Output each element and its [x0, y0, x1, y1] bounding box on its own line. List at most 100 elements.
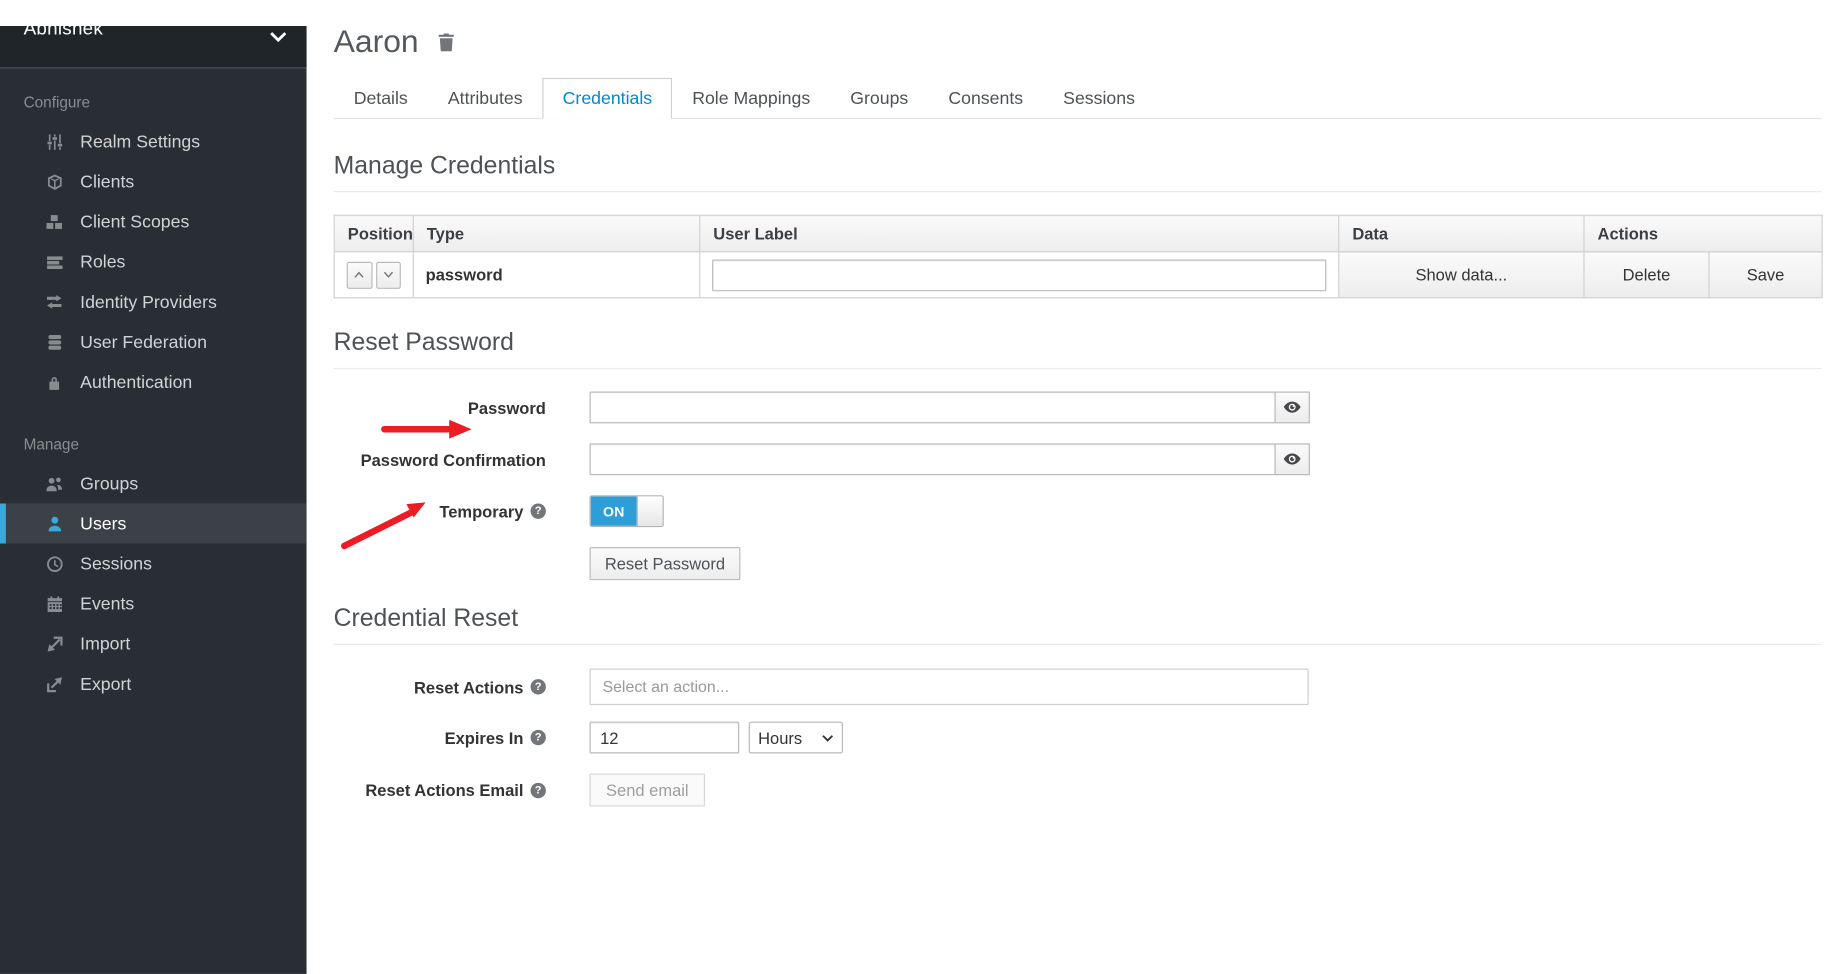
sidebar-item-label: Users	[80, 514, 126, 534]
credential-type: password	[413, 252, 699, 298]
temporary-label: Temporary ?	[334, 502, 546, 521]
reset-actions-label: Reset Actions ?	[334, 677, 546, 696]
column-actions: Actions	[1584, 215, 1822, 252]
reset-actions-email-label: Reset Actions Email ?	[334, 781, 546, 800]
delete-button[interactable]: Delete	[1584, 252, 1709, 298]
tasks-icon	[44, 253, 65, 271]
user-label-input[interactable]	[712, 259, 1326, 291]
clock-icon	[44, 555, 65, 573]
sidebar-item-users[interactable]: Users	[0, 503, 307, 543]
column-type: Type	[413, 215, 699, 252]
credentials-table: Position Type User Label Data Actions	[334, 215, 1823, 299]
help-icon[interactable]: ?	[531, 730, 546, 745]
toggle-handle	[637, 496, 663, 525]
manage-credentials-title: Manage Credentials	[334, 152, 1822, 192]
sidebar-item-authentication[interactable]: Authentication	[0, 362, 307, 402]
sidebar-item-label: Export	[80, 674, 131, 694]
expires-in-unit-select[interactable]: Hours	[749, 722, 843, 754]
sliders-icon	[44, 133, 65, 151]
tab-consents[interactable]: Consents	[928, 78, 1043, 119]
tab-sessions[interactable]: Sessions	[1043, 78, 1155, 119]
sidebar-item-label: User Federation	[80, 332, 207, 352]
show-data-button[interactable]: Show data...	[1339, 252, 1584, 298]
calendar-icon	[44, 595, 65, 613]
sidebar-item-realm-settings[interactable]: Realm Settings	[0, 121, 307, 161]
tab-groups[interactable]: Groups	[830, 78, 928, 119]
credential-row: password Show data... Delete Save	[334, 252, 1822, 298]
password-confirmation-input[interactable]	[590, 443, 1276, 475]
sidebar-item-label: Identity Providers	[80, 292, 217, 312]
cubes-icon	[44, 213, 65, 231]
export-icon	[44, 675, 65, 693]
sidebar-item-label: Groups	[80, 473, 138, 493]
unit-select-value: Hours	[758, 728, 802, 747]
column-data: Data	[1339, 215, 1584, 252]
page-title: Aaron	[334, 26, 419, 58]
sidebar-section-configure: Configure	[0, 68, 307, 121]
sidebar-item-label: Sessions	[80, 554, 152, 574]
password-input[interactable]	[590, 391, 1276, 423]
tab-details[interactable]: Details	[334, 78, 428, 119]
lock-icon	[44, 373, 65, 391]
save-button[interactable]: Save	[1709, 252, 1822, 298]
sidebar-item-label: Roles	[80, 252, 125, 272]
reset-password-button[interactable]: Reset Password	[590, 547, 741, 580]
help-icon[interactable]: ?	[531, 782, 546, 797]
sidebar-item-label: Client Scopes	[80, 212, 189, 232]
help-icon[interactable]: ?	[531, 679, 546, 694]
sidebar-item-sessions[interactable]: Sessions	[0, 544, 307, 584]
expires-in-label: Expires In ?	[334, 728, 546, 747]
cube-icon	[44, 173, 65, 191]
send-email-button[interactable]: Send email	[590, 773, 706, 806]
sidebar-item-label: Realm Settings	[80, 132, 200, 152]
toggle-on-label: ON	[591, 496, 637, 525]
sidebar-item-label: Events	[80, 594, 134, 614]
users-icon	[44, 475, 65, 493]
sidebar-item-groups[interactable]: Groups	[0, 463, 307, 503]
exchange-icon	[44, 294, 65, 311]
move-down-button[interactable]	[376, 261, 401, 288]
tab-credentials[interactable]: Credentials	[543, 78, 673, 119]
tab-role-mappings[interactable]: Role Mappings	[672, 78, 830, 119]
sidebar-item-clients[interactable]: Clients	[0, 162, 307, 202]
chevron-down-icon	[270, 27, 287, 48]
sidebar-item-label: Clients	[80, 172, 134, 192]
table-header-row: Position Type User Label Data Actions	[334, 215, 1822, 252]
user-icon	[44, 515, 65, 533]
move-up-button[interactable]	[347, 261, 372, 288]
sidebar-item-events[interactable]: Events	[0, 584, 307, 624]
column-user-label: User Label	[700, 215, 1339, 252]
realm-name: Abhishek	[24, 19, 103, 40]
sidebar-section-manage: Manage	[0, 402, 307, 463]
eye-icon[interactable]	[1274, 443, 1309, 475]
reset-actions-placeholder: Select an action...	[602, 678, 729, 696]
password-label: Password	[334, 398, 546, 417]
tab-bar: Details Attributes Credentials Role Mapp…	[334, 78, 1822, 119]
password-confirmation-label: Password Confirmation	[334, 450, 546, 469]
expires-in-input[interactable]	[590, 722, 740, 754]
credential-reset-title: Credential Reset	[334, 605, 1822, 645]
help-icon[interactable]: ?	[531, 503, 546, 518]
realm-selector[interactable]: Abhishek	[0, 26, 307, 68]
main-content: Aaron Details Attributes Credentials Rol…	[307, 26, 1831, 974]
reset-actions-select[interactable]: Select an action...	[590, 669, 1309, 706]
database-icon	[44, 333, 65, 351]
sidebar-item-identity-providers[interactable]: Identity Providers	[0, 282, 307, 322]
sidebar: Abhishek Configure Realm Settings Client…	[0, 26, 307, 974]
eye-icon[interactable]	[1274, 391, 1309, 423]
app-viewport: Abhishek Configure Realm Settings Client…	[0, 26, 1831, 974]
sidebar-item-label: Authentication	[80, 372, 192, 392]
sidebar-item-import[interactable]: Import	[0, 624, 307, 664]
column-position: Position	[334, 215, 413, 252]
sidebar-item-label: Import	[80, 634, 130, 654]
sidebar-item-user-federation[interactable]: User Federation	[0, 322, 307, 362]
sidebar-item-export[interactable]: Export	[0, 664, 307, 704]
reset-password-title: Reset Password	[334, 329, 1822, 369]
sidebar-item-client-scopes[interactable]: Client Scopes	[0, 202, 307, 242]
sidebar-item-roles[interactable]: Roles	[0, 242, 307, 282]
tab-attributes[interactable]: Attributes	[428, 78, 543, 119]
temporary-toggle[interactable]: ON	[590, 495, 664, 527]
trash-icon[interactable]	[436, 31, 456, 52]
import-icon	[44, 635, 65, 653]
chevron-down-icon	[822, 734, 834, 741]
